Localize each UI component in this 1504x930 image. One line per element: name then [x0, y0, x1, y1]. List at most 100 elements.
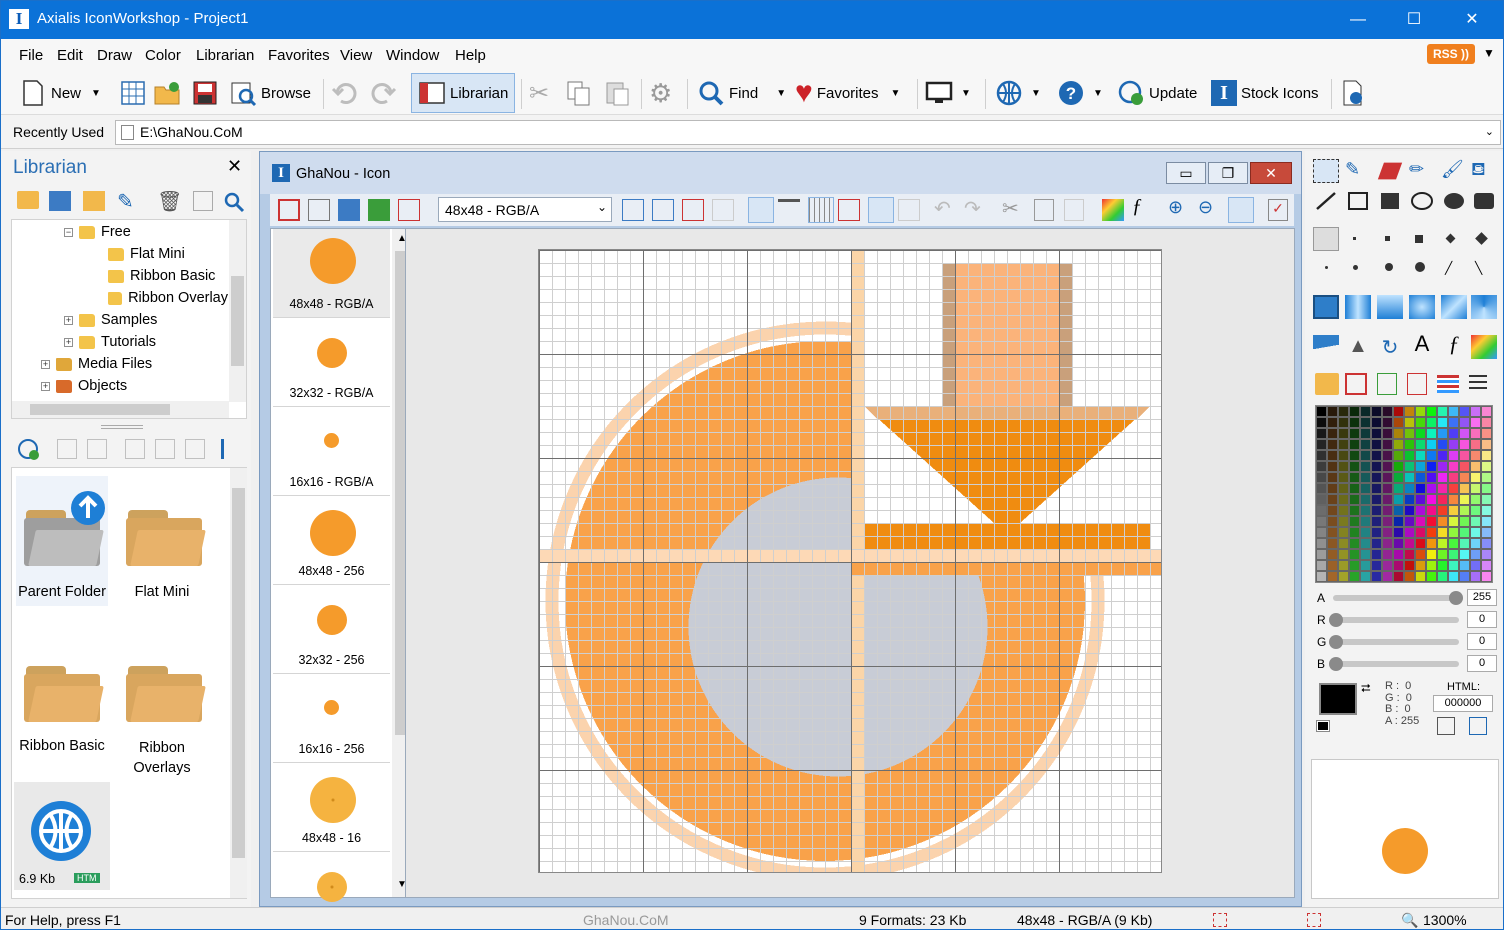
- palette-swatch[interactable]: [1316, 538, 1327, 549]
- palette-swatch[interactable]: [1349, 505, 1360, 516]
- palette-swatch[interactable]: [1393, 461, 1404, 472]
- palette-swatch[interactable]: [1404, 538, 1415, 549]
- palette-swatch[interactable]: [1437, 461, 1448, 472]
- palette-swatch[interactable]: [1459, 483, 1470, 494]
- palette-swatch[interactable]: [1448, 516, 1459, 527]
- palette-swatch[interactable]: [1481, 472, 1492, 483]
- palette-swatch[interactable]: [1481, 494, 1492, 505]
- palette-swatch[interactable]: [1316, 472, 1327, 483]
- palette-swatch[interactable]: [1327, 472, 1338, 483]
- palette-swatch[interactable]: [1426, 472, 1437, 483]
- palette-swatch[interactable]: [1415, 483, 1426, 494]
- palette-swatch[interactable]: [1382, 527, 1393, 538]
- palette-swatch[interactable]: [1327, 417, 1338, 428]
- palette-swatch[interactable]: [1349, 461, 1360, 472]
- palette-swatch[interactable]: [1360, 450, 1371, 461]
- palette-swatch[interactable]: [1338, 450, 1349, 461]
- red-slider-knob[interactable]: [1329, 613, 1343, 627]
- palette-swatch[interactable]: [1426, 483, 1437, 494]
- paste-icon[interactable]: [1064, 199, 1084, 221]
- palette-swatch[interactable]: [1327, 406, 1338, 417]
- brush-icon[interactable]: 🖌: [1441, 159, 1467, 183]
- palette-swatch[interactable]: [1338, 406, 1349, 417]
- palette-swatch[interactable]: [1393, 450, 1404, 461]
- eyedropper-icon[interactable]: ✎: [1345, 159, 1371, 183]
- palette-swatch[interactable]: [1426, 516, 1437, 527]
- palette-options-icon[interactable]: [1437, 375, 1459, 393]
- palette-swatch[interactable]: [1338, 571, 1349, 582]
- thumb-parent-folder[interactable]: Parent Folder: [16, 476, 108, 606]
- palette-swatch[interactable]: [1426, 450, 1437, 461]
- palette-swatch[interactable]: [1470, 483, 1481, 494]
- brush-size-icon[interactable]: [1325, 266, 1328, 269]
- palette-swatch[interactable]: [1316, 417, 1327, 428]
- palette-swatch[interactable]: [1327, 571, 1338, 582]
- palette-swatch[interactable]: [1404, 439, 1415, 450]
- palette-swatch[interactable]: [1481, 483, 1492, 494]
- add-image-format-icon[interactable]: [622, 199, 644, 221]
- palette-swatch[interactable]: [1459, 406, 1470, 417]
- brush-size-selected-icon[interactable]: [1313, 227, 1339, 251]
- palette-swatch[interactable]: [1349, 406, 1360, 417]
- palette-swatch[interactable]: [1459, 461, 1470, 472]
- minimize-button[interactable]: —: [1335, 1, 1381, 39]
- palette-swatch[interactable]: [1360, 538, 1371, 549]
- help-button[interactable]: ? ▼: [1057, 77, 1103, 109]
- save-button[interactable]: [191, 77, 219, 109]
- palette-swatch[interactable]: [1470, 439, 1481, 450]
- brush-size-icon[interactable]: [1353, 237, 1356, 240]
- delete-palette-icon[interactable]: [1407, 373, 1427, 395]
- brush-size-icon[interactable]: [1445, 233, 1456, 244]
- palette-swatch[interactable]: [1338, 483, 1349, 494]
- palette-swatch[interactable]: [1349, 428, 1360, 439]
- format-select[interactable]: 48x48 - RGB/A ⌄: [438, 197, 612, 222]
- palette-swatch[interactable]: [1360, 527, 1371, 538]
- thumb-ribbon-basic[interactable]: Ribbon Basic: [16, 628, 108, 768]
- palette-swatch[interactable]: [1448, 549, 1459, 560]
- scroll-thumb[interactable]: [232, 488, 245, 858]
- palette-swatch[interactable]: [1360, 417, 1371, 428]
- palette-swatch[interactable]: [1404, 483, 1415, 494]
- palette-swatch[interactable]: [1393, 494, 1404, 505]
- palette-swatch[interactable]: [1371, 505, 1382, 516]
- gradient-vertical-icon[interactable]: [1377, 295, 1403, 319]
- palette-swatch[interactable]: [1382, 472, 1393, 483]
- palette-swatch[interactable]: [1415, 494, 1426, 505]
- tree-item-samples[interactable]: + Samples: [64, 312, 157, 328]
- favorites-dropdown-icon[interactable]: ▼: [891, 88, 901, 99]
- palette-swatch[interactable]: [1360, 571, 1371, 582]
- palette-swatch[interactable]: [1448, 439, 1459, 450]
- gradient-diagonal-icon[interactable]: [1441, 295, 1467, 319]
- menu-help[interactable]: Help: [455, 47, 486, 64]
- palette-swatch[interactable]: [1437, 406, 1448, 417]
- palette-swatch[interactable]: [1382, 516, 1393, 527]
- palette-swatch[interactable]: [1316, 483, 1327, 494]
- palette-swatch[interactable]: [1382, 483, 1393, 494]
- palette-swatch[interactable]: [1316, 549, 1327, 560]
- menu-view[interactable]: View: [340, 47, 372, 64]
- palette-swatch[interactable]: [1437, 516, 1448, 527]
- palette-swatch[interactable]: [1371, 417, 1382, 428]
- find-button[interactable]: Find ▼: [697, 77, 786, 109]
- redo-button[interactable]: [369, 77, 397, 109]
- palette-swatch[interactable]: [1349, 527, 1360, 538]
- add-multiple-icon[interactable]: [155, 439, 175, 459]
- new-dropdown-icon[interactable]: ▼: [91, 88, 101, 99]
- reset-colors-icon[interactable]: [1316, 720, 1330, 732]
- find-dropdown-icon[interactable]: ▼: [776, 88, 786, 99]
- alpha-slider-knob[interactable]: [1449, 591, 1463, 605]
- palette-swatch[interactable]: [1316, 439, 1327, 450]
- tree-item-ribbon-basic[interactable]: Ribbon Basic: [108, 268, 215, 284]
- thumb-flat-mini[interactable]: Flat Mini: [116, 476, 208, 606]
- import-icon[interactable]: [83, 191, 105, 211]
- brush-size-icon[interactable]: ╱: [1445, 261, 1452, 275]
- export-icon[interactable]: [398, 199, 420, 221]
- tree-item-flat-mini[interactable]: Flat Mini: [108, 246, 185, 262]
- palette-swatch[interactable]: [1393, 439, 1404, 450]
- green-slider-knob[interactable]: [1329, 635, 1343, 649]
- palette-swatch[interactable]: [1382, 549, 1393, 560]
- palette-swatch[interactable]: [1404, 527, 1415, 538]
- preview-toggle-icon[interactable]: [748, 197, 774, 223]
- cut-button[interactable]: ✂: [529, 77, 549, 109]
- palette-swatch[interactable]: [1382, 428, 1393, 439]
